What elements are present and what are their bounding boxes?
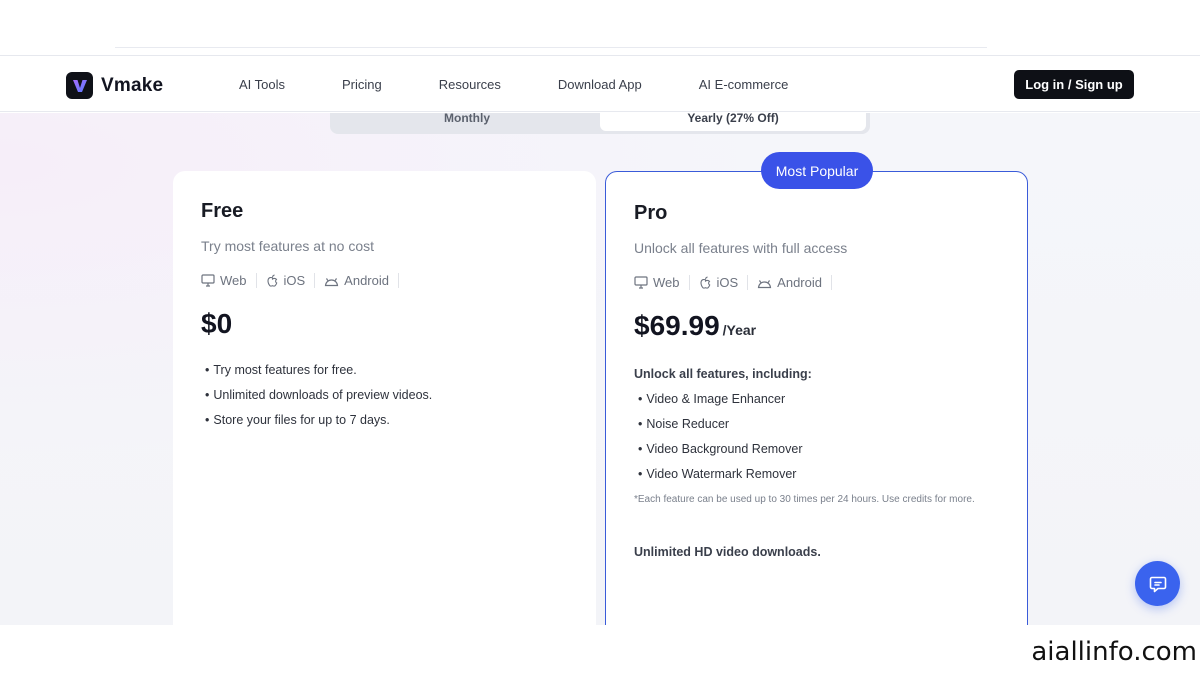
feature-list: Video & Image Enhancer Noise Reducer Vid… (638, 386, 803, 486)
list-item: Video & Image Enhancer (638, 386, 803, 411)
hd-download-note: Unlimited HD video downloads. (634, 545, 821, 559)
usage-footnote: *Each feature can be used up to 30 times… (634, 494, 975, 505)
android-icon (325, 277, 339, 286)
plan-card-pro: Pro Unlock all features with full access… (605, 171, 1028, 625)
android-icon (758, 279, 772, 288)
list-item: Video Watermark Remover (638, 461, 803, 486)
list-item: Noise Reducer (638, 411, 803, 436)
plan-card-free: Free Try most features at no cost Web iO… (173, 171, 596, 625)
platform-web: Web (201, 273, 257, 288)
vmake-logo-icon (66, 72, 93, 99)
platform-label: iOS (283, 273, 306, 288)
apple-icon (266, 273, 277, 287)
nav-resources[interactable]: Resources (439, 77, 501, 92)
platform-ios: iOS (266, 273, 316, 288)
platform-label: Android (777, 275, 822, 290)
monitor-icon (634, 276, 648, 289)
list-item: Video Background Remover (638, 436, 802, 461)
toggle-monthly[interactable]: Monthly (334, 113, 600, 131)
price-period: /Year (722, 322, 757, 338)
billing-toggle: Monthly Yearly (27% Off) (330, 113, 870, 134)
main-nav: AI Tools Pricing Resources Download App … (239, 77, 845, 92)
chat-icon (1149, 576, 1166, 592)
platform-label: Android (344, 273, 389, 288)
most-popular-badge: Most Popular (761, 152, 873, 189)
nav-ai-ecommerce[interactable]: AI E-commerce (699, 77, 789, 92)
brand-name: Vmake (101, 74, 164, 96)
plan-name: Free (201, 200, 244, 222)
list-item: Store your files for up to 7 days. (205, 407, 432, 432)
nav-ai-tools[interactable]: AI Tools (239, 77, 285, 92)
plan-price: $69.99/Year (634, 310, 756, 342)
nav-download-app[interactable]: Download App (558, 77, 642, 92)
plan-price: $0 (201, 308, 233, 339)
platform-label: Web (653, 275, 680, 290)
watermark-text: aiallinfo.com (1031, 637, 1197, 667)
brand-logo[interactable]: Vmake (66, 72, 163, 99)
divider (115, 47, 987, 48)
plan-name: Pro (634, 202, 668, 224)
nav-pricing[interactable]: Pricing (342, 77, 382, 92)
watermark-area (0, 625, 1200, 685)
monitor-icon (201, 274, 215, 287)
platform-list: Web iOS Android (634, 275, 841, 290)
platform-android: Android (757, 275, 832, 290)
top-browser-strip (0, 0, 1200, 56)
platform-android: Android (324, 273, 399, 288)
list-item: Unlimited downloads of preview videos. (205, 382, 432, 407)
price-amount: $69.99 (634, 310, 720, 341)
plan-description: Try most features at no cost (201, 238, 374, 254)
apple-icon (699, 275, 710, 289)
platform-ios: iOS (699, 275, 749, 290)
platform-label: Web (220, 273, 247, 288)
features-heading: Unlock all features, including: (634, 367, 812, 381)
pricing-section: Monthly Yearly (27% Off) Free Try most f… (0, 113, 1200, 625)
platform-list: Web iOS Android (201, 273, 408, 288)
list-item: Try most features for free. (205, 357, 432, 382)
chat-support-button[interactable] (1135, 561, 1180, 606)
navbar: Vmake AI Tools Pricing Resources Downloa… (0, 56, 1200, 112)
plan-description: Unlock all features with full access (634, 240, 848, 256)
login-signup-button[interactable]: Log in / Sign up (1014, 70, 1134, 99)
platform-web: Web (634, 275, 690, 290)
platform-label: iOS (716, 275, 739, 290)
toggle-yearly[interactable]: Yearly (27% Off) (600, 113, 866, 131)
feature-list: Try most features for free. Unlimited do… (205, 357, 432, 432)
